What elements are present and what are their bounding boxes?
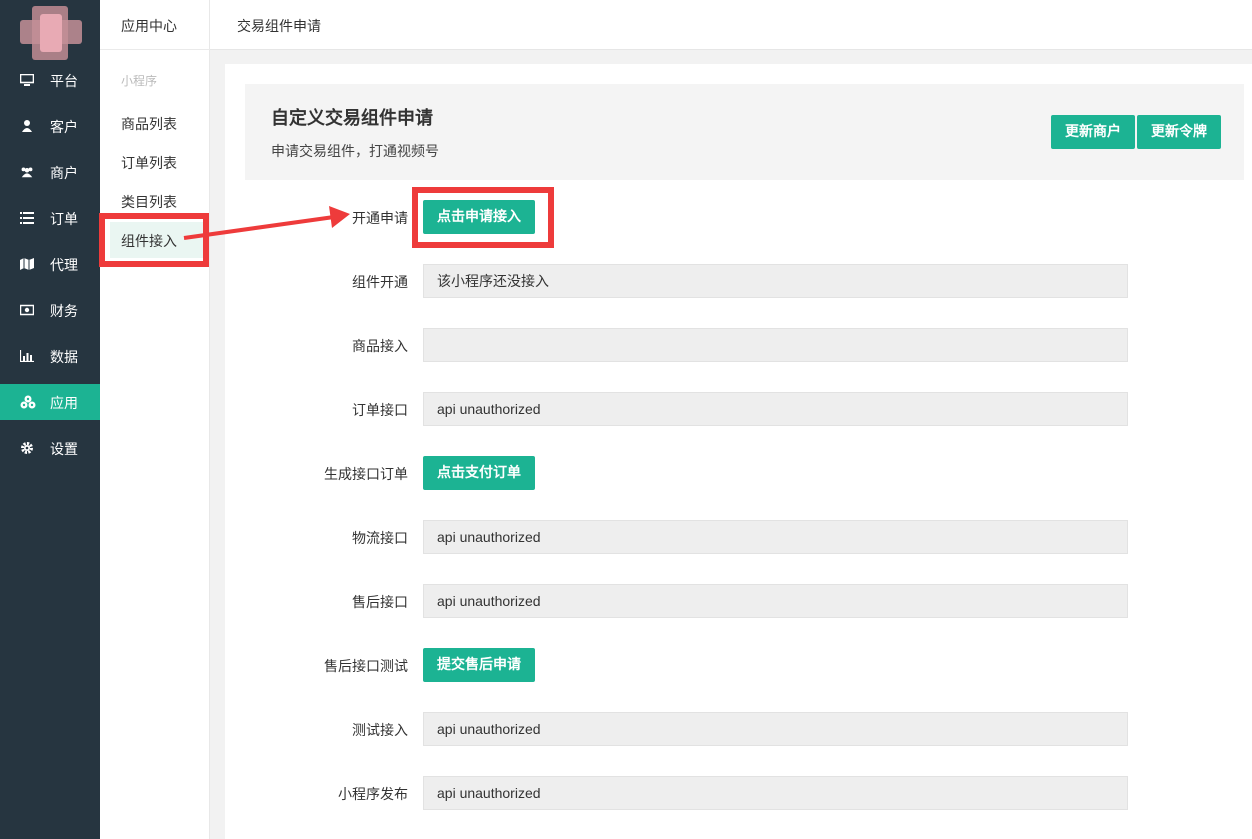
- nav-label: 平台: [50, 74, 78, 90]
- map-icon: [20, 258, 34, 270]
- form-label: 售后接口测试: [324, 659, 408, 675]
- nav-label: 客户: [50, 120, 78, 136]
- nav-label: 财务: [50, 304, 78, 320]
- sidebar-item-label: 订单列表: [121, 156, 177, 172]
- logo: [20, 6, 82, 60]
- nav-label: 订单: [50, 212, 78, 228]
- form-label: 订单接口: [352, 403, 408, 419]
- update-merchant-button[interactable]: 更新商户: [1051, 115, 1135, 149]
- product-access-field: [423, 328, 1128, 362]
- bar-chart-icon: [20, 350, 34, 362]
- sidebar-item-label: 商品列表: [121, 117, 177, 133]
- page-subtitle: 申请交易组件，打通视频号: [271, 144, 439, 160]
- nav-item-merchants[interactable]: 商户: [0, 154, 100, 190]
- component-status-field: 该小程序还没接入: [423, 264, 1128, 298]
- main-content: 自定义交易组件申请 申请交易组件，打通视频号 更新商户 更新令牌 开通申请 点击…: [225, 64, 1252, 839]
- sub-sidebar: 应用中心 小程序 商品列表 订单列表 类目列表 组件接入: [100, 0, 210, 839]
- annotation-box-button: [412, 187, 554, 248]
- miniprogram-release-field: api unauthorized: [423, 776, 1128, 810]
- nav-label: 设置: [50, 442, 78, 458]
- test-access-field: api unauthorized: [423, 712, 1128, 746]
- sidebar-item-products[interactable]: 商品列表: [110, 105, 205, 141]
- page-breadcrumb: 交易组件申请: [237, 19, 321, 35]
- monitor-icon: [20, 74, 34, 86]
- form-label: 物流接口: [352, 531, 408, 547]
- logistics-api-field: api unauthorized: [423, 520, 1128, 554]
- form-label: 组件开通: [352, 275, 408, 291]
- submit-aftersale-button[interactable]: 提交售后申请: [423, 648, 535, 682]
- page-title: 自定义交易组件申请: [271, 108, 433, 129]
- nav-item-data[interactable]: 数据: [0, 338, 100, 374]
- cubes-icon: [20, 395, 36, 409]
- main-nav: 平台 客户 商户 订单 代理 财务 数据 应用 设置: [0, 0, 100, 839]
- sidebar-item-orders[interactable]: 订单列表: [110, 144, 205, 180]
- sidebar-group-label: 小程序: [121, 74, 158, 88]
- gear-icon: [21, 442, 33, 454]
- users-icon: [21, 167, 33, 178]
- form-label: 商品接入: [352, 339, 408, 355]
- sidebar-item-label: 类目列表: [121, 195, 177, 211]
- nav-label: 代理: [50, 258, 78, 274]
- form-label: 售后接口: [352, 595, 408, 611]
- user-icon: [22, 120, 32, 132]
- pay-order-button[interactable]: 点击支付订单: [423, 456, 535, 490]
- nav-label: 应用: [50, 396, 78, 412]
- form-label: 生成接口订单: [324, 467, 408, 483]
- order-api-field: api unauthorized: [423, 392, 1128, 426]
- nav-item-apps[interactable]: 应用: [0, 384, 100, 420]
- aftersale-api-field: api unauthorized: [423, 584, 1128, 618]
- form-label: 小程序发布: [338, 787, 408, 803]
- nav-item-agents[interactable]: 代理: [0, 246, 100, 282]
- nav-item-orders[interactable]: 订单: [0, 200, 100, 236]
- nav-label: 商户: [50, 166, 78, 182]
- nav-item-platform[interactable]: 平台: [0, 62, 100, 98]
- update-token-button[interactable]: 更新令牌: [1137, 115, 1221, 149]
- card-header: 自定义交易组件申请 申请交易组件，打通视频号 更新商户 更新令牌: [245, 84, 1244, 180]
- annotation-box-sidebar: [99, 213, 209, 267]
- money-icon: [20, 304, 34, 316]
- sidebar-header-title: 应用中心: [121, 19, 177, 35]
- nav-item-customers[interactable]: 客户: [0, 108, 100, 144]
- form-label: 测试接入: [352, 723, 408, 739]
- sidebar-header: 应用中心: [100, 0, 210, 50]
- nav-item-finance[interactable]: 财务: [0, 292, 100, 328]
- form-label: 开通申请: [352, 211, 408, 227]
- top-bar: 交易组件申请: [210, 0, 1252, 50]
- nav-label: 数据: [50, 350, 78, 366]
- nav-item-settings[interactable]: 设置: [0, 430, 100, 466]
- list-icon: [20, 212, 34, 224]
